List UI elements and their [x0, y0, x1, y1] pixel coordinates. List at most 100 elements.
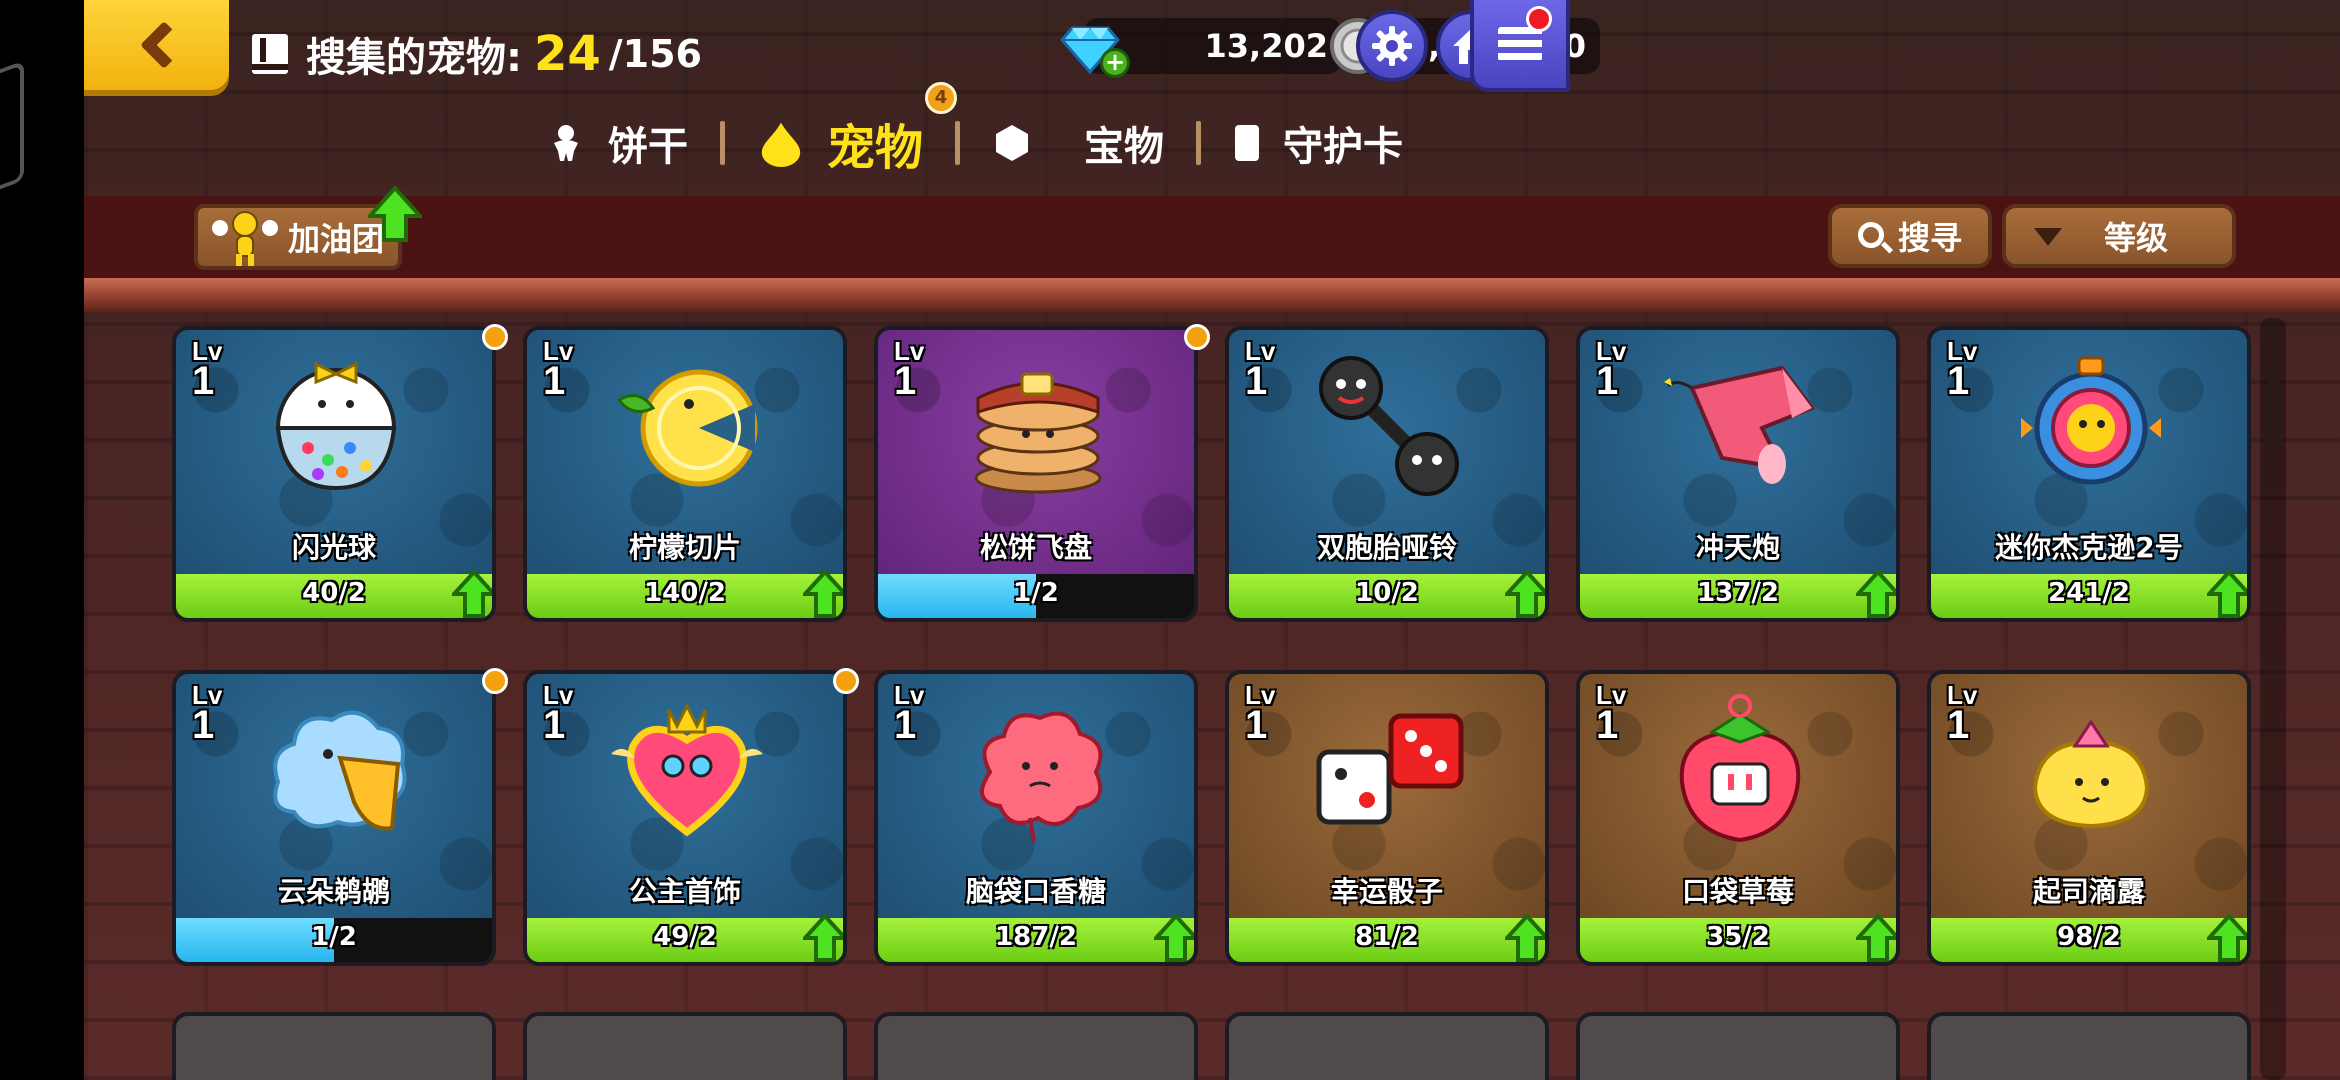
mini-jackson-icon: [2021, 356, 2161, 485]
cheer-squad-icon: [212, 211, 278, 266]
progress-text: 140/2: [644, 578, 726, 608]
collection-count: 24: [534, 26, 601, 82]
level-number: 1: [1947, 359, 1970, 404]
pet-card[interactable]: Lv 1 起司滴露 98/2: [1927, 670, 2251, 966]
progress-text: 49/2: [653, 922, 717, 952]
search-button[interactable]: 搜寻: [1828, 204, 1992, 268]
pet-name: 迷你杰克逊2号: [1995, 531, 2183, 564]
pet-progress-bar: 140/2: [527, 574, 843, 618]
pet-name: 幸运骰子: [1330, 875, 1443, 908]
pet-name: 冲天炮: [1695, 531, 1780, 564]
pet-progress-bar: 187/2: [878, 918, 1194, 962]
pet-level: Lv 1: [543, 682, 573, 748]
upgrade-arrow-icon: [368, 186, 422, 242]
pet-card[interactable]: Lv 1 公主首饰 49/2: [523, 670, 847, 966]
settings-button[interactable]: [1356, 10, 1428, 82]
upgrade-arrow-icon[interactable]: [1505, 914, 1549, 962]
device-notch: [0, 0, 84, 1080]
upgrade-arrow-icon[interactable]: [1505, 570, 1549, 618]
tab-cookies[interactable]: 饼干: [514, 98, 720, 188]
progress-text: 10/2: [1355, 578, 1419, 608]
progress-text: 98/2: [2057, 922, 2121, 952]
pet-name: 云朵鹈鹕: [277, 875, 390, 908]
pancake-icon: [974, 372, 1102, 494]
upgrade-arrow-icon[interactable]: [1856, 914, 1900, 962]
new-notification-dot: [833, 668, 859, 694]
search-icon: [1858, 222, 1884, 248]
pet-card[interactable]: Lv 1 双胞胎哑铃 10/2: [1225, 326, 1549, 622]
gem-amount: 13,202: [1204, 27, 1328, 65]
new-notification-dot: [1184, 324, 1210, 350]
chevron-left-icon: [139, 20, 188, 70]
princess-heart-icon: [611, 702, 763, 837]
tab-label: 宠物: [827, 120, 924, 176]
pet-level: Lv 1: [543, 338, 573, 402]
pet-name: 公主首饰: [628, 875, 741, 908]
sort-level-dropdown[interactable]: 等级: [2002, 204, 2236, 268]
pet-name: 口袋草莓: [1681, 875, 1794, 908]
pet-card[interactable]: Lv 1 冲天炮 137/2: [1576, 326, 1900, 622]
upgrade-arrow-icon[interactable]: [2207, 570, 2251, 618]
brain-gum-icon: [980, 711, 1103, 842]
pet-card[interactable]: Lv 1 云朵鹈鹕 1/2: [172, 670, 496, 966]
flash-ball-icon: [275, 361, 397, 491]
pet-card[interactable]: Lv 1 迷你杰克逊2号 241/2: [1927, 326, 2251, 622]
back-button[interactable]: [84, 0, 229, 90]
category-tabs: 饼干 宠物 4 宝物 守护卡: [514, 82, 1435, 188]
pet-level: Lv 1: [192, 338, 222, 404]
level-number: 1: [1245, 359, 1268, 404]
pet-name: 起司滴露: [2032, 875, 2145, 908]
locked-pet-card[interactable]: [1927, 1012, 2251, 1080]
tab-label: 饼干: [608, 124, 688, 170]
menu-button[interactable]: [1470, 0, 1570, 92]
shelf-ledge: [84, 278, 2340, 312]
sort-label: 等级: [2104, 219, 2169, 257]
level-number: 1: [1245, 703, 1268, 748]
new-notification-dot: [482, 324, 508, 350]
locked-pet-card[interactable]: [1576, 1012, 1900, 1080]
upgrade-arrow-icon[interactable]: [2207, 914, 2251, 962]
add-gems-icon[interactable]: +: [1100, 48, 1130, 78]
level-number: 1: [543, 703, 566, 748]
locked-pet-card[interactable]: [874, 1012, 1198, 1080]
collection-total: /156: [608, 32, 702, 76]
progress-text: 1/2: [1013, 578, 1059, 608]
pet-progress-bar: 98/2: [1931, 918, 2247, 962]
pet-level: Lv 1: [1596, 338, 1626, 404]
notification-dot: [1526, 6, 1552, 32]
pet-card[interactable]: Lv 1 幸运骰子 81/2: [1225, 670, 1549, 966]
pet-name: 闪光球: [291, 531, 376, 564]
pet-card[interactable]: Lv 1 柠檬切片 140/2: [523, 326, 847, 622]
pet-card[interactable]: Lv 1 松饼飞盘 1/2: [874, 326, 1198, 622]
locked-pet-card[interactable]: [523, 1012, 847, 1080]
level-number: 1: [192, 359, 215, 404]
gem-counter[interactable]: + 13,202: [1060, 18, 1342, 78]
level-number: 1: [1596, 359, 1619, 404]
tab-guardian-cards[interactable]: 守护卡: [1201, 98, 1435, 188]
pet-progress-bar: 35/2: [1580, 918, 1896, 962]
progress-text: 137/2: [1697, 578, 1779, 608]
tab-pets[interactable]: 宠物 4: [725, 82, 958, 188]
pet-name: 脑袋口香糖: [965, 875, 1106, 908]
pet-card[interactable]: Lv 1 闪光球 40/2: [172, 326, 496, 622]
level-number: 1: [894, 359, 917, 404]
new-notification-dot: [482, 668, 508, 694]
upgrade-arrow-icon[interactable]: [1154, 914, 1198, 962]
progress-text: 241/2: [2048, 578, 2130, 608]
upgrade-arrow-icon[interactable]: [803, 570, 847, 618]
upgrade-arrow-icon[interactable]: [1856, 570, 1900, 618]
pet-name: 双胞胎哑铃: [1316, 531, 1457, 564]
locked-pet-card[interactable]: [1225, 1012, 1549, 1080]
progress-text: 1/2: [311, 922, 357, 952]
pet-card[interactable]: Lv 1 脑袋口香糖 187/2: [874, 670, 1198, 966]
scrollbar-thumb[interactable]: [2266, 380, 2282, 450]
locked-pet-card[interactable]: [172, 1012, 496, 1080]
collection-counter: 搜集的宠物: 24 /156: [252, 24, 702, 84]
upgrade-arrow-icon[interactable]: [452, 570, 496, 618]
pet-level: Lv 1: [192, 682, 222, 746]
pet-card[interactable]: Lv 1 口袋草莓 35/2: [1576, 670, 1900, 966]
gear-icon: [1372, 26, 1412, 66]
tab-treasures[interactable]: 宝物: [960, 98, 1196, 188]
upgrade-arrow-icon[interactable]: [803, 914, 847, 962]
level-number: 1: [894, 703, 917, 748]
